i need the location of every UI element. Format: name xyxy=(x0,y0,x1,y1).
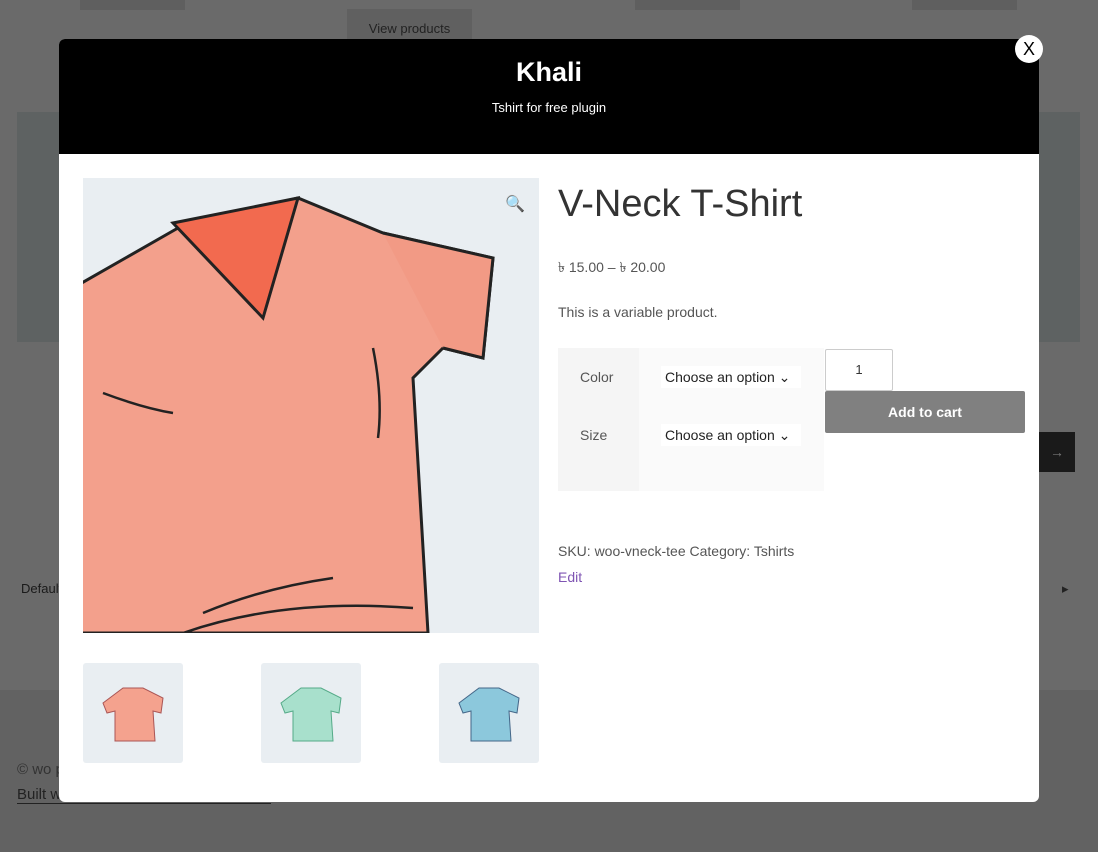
modal-subtitle: Tshirt for free plugin xyxy=(491,100,607,115)
close-button[interactable]: X xyxy=(1015,35,1043,63)
modal-title: Khali xyxy=(515,57,582,87)
zoom-icon[interactable]: 🔍 xyxy=(505,194,525,214)
product-description: This is a variable product. xyxy=(558,304,718,320)
thumbnail-mint[interactable] xyxy=(261,663,361,763)
quick-view-modal: Khali Tshirt for free plugin 🔍 V-Neck T-… xyxy=(59,39,1039,802)
product-title: V-Neck T-Shirt xyxy=(558,183,803,225)
modal-header: Khali Tshirt for free plugin xyxy=(59,39,1039,154)
bg-block xyxy=(912,0,1017,10)
add-to-cart-button[interactable]: Add to cart xyxy=(825,391,1025,433)
product-price: ৳ 15.00 – ৳ 20.00 xyxy=(558,259,666,275)
color-label: Color xyxy=(580,369,614,385)
bg-arrow-button[interactable]: → xyxy=(1039,432,1075,472)
bg-block xyxy=(80,0,185,10)
size-select[interactable]: Choose an option ⌄ xyxy=(661,424,801,446)
sort-text: Default xyxy=(21,581,63,596)
product-meta: SKU: woo-vneck-tee Category: Tshirts xyxy=(558,543,795,559)
quantity-input[interactable]: 1 xyxy=(825,349,893,391)
next-page-icon[interactable]: ▸ xyxy=(1062,581,1069,597)
thumbnail-coral[interactable] xyxy=(83,663,183,763)
product-main-image[interactable]: 🔍 xyxy=(83,178,539,633)
thumbnail-blue[interactable] xyxy=(439,663,539,763)
size-label: Size xyxy=(580,427,608,443)
edit-link[interactable]: Edit xyxy=(558,569,582,585)
copyright: © wo p xyxy=(17,761,64,778)
bg-block xyxy=(635,0,740,10)
color-select[interactable]: Choose an option ⌄ xyxy=(661,366,801,388)
variations-table: Color Choose an option ⌄ Size Choose an … xyxy=(558,348,824,491)
